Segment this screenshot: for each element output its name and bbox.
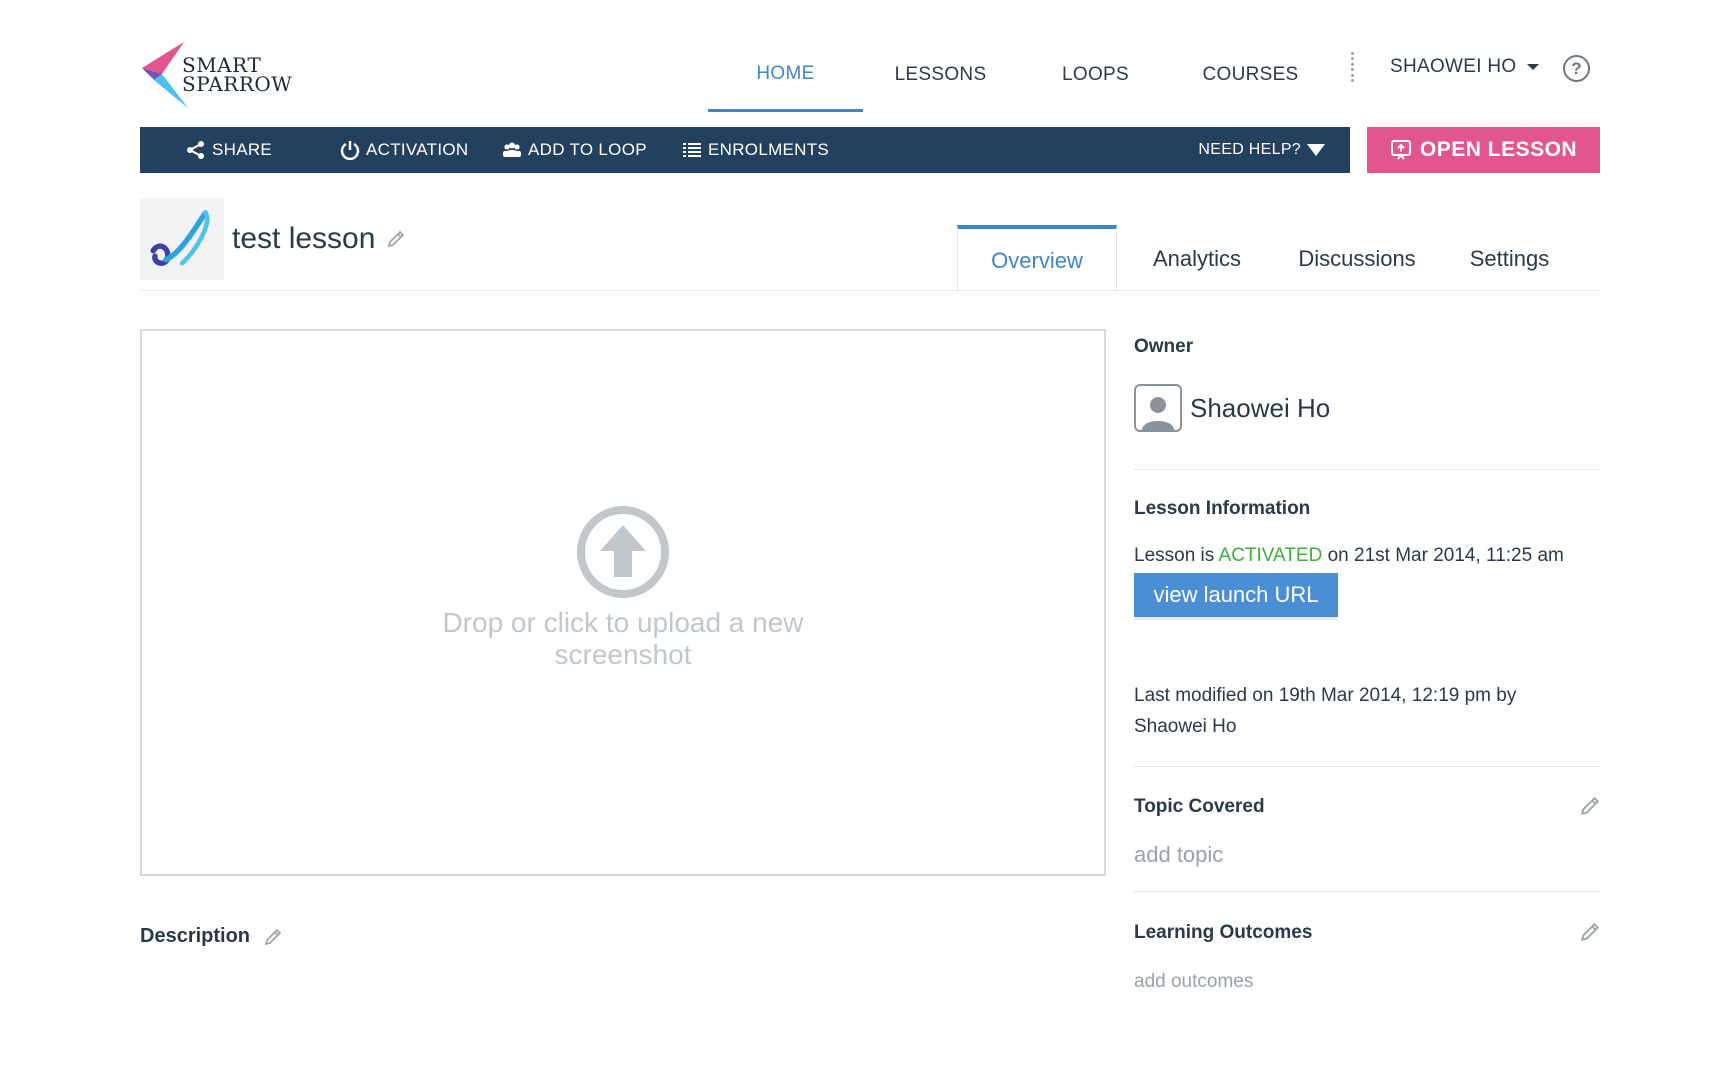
last-modified-by: Shaowei Ho — [1134, 716, 1237, 737]
user-menu[interactable]: SHAOWEI HO — [1390, 56, 1539, 78]
nav-divider — [1349, 52, 1355, 82]
nav-lessons[interactable]: LESSONS — [863, 38, 1018, 112]
add-topic-link[interactable]: add topic — [1134, 842, 1600, 868]
pencil-icon[interactable] — [387, 230, 405, 248]
lesson-tabs: Overview Analytics Discussions Settings — [957, 225, 1582, 292]
lesson-thumbnail — [140, 198, 224, 280]
lesson-swoosh-icon — [150, 210, 210, 266]
share-label: SHARE — [212, 140, 273, 159]
avatar — [1134, 384, 1182, 432]
need-help-dropdown[interactable]: NEED HELP? — [1198, 127, 1325, 173]
nav-courses[interactable]: COURSES — [1173, 38, 1328, 112]
last-modified-text: Last modified on 19th Mar 2014, 12:19 pm… — [1134, 685, 1517, 706]
tab-overview[interactable]: Overview — [957, 225, 1117, 292]
last-modified: Last modified on 19th Mar 2014, 12:19 pm… — [1134, 680, 1600, 742]
brand-wordmark: SMART SPARROW — [182, 55, 293, 96]
upload-instructions: Drop or click to upload a new screenshot — [442, 606, 804, 670]
nav-home[interactable]: HOME — [708, 38, 863, 112]
status-date: on 21st Mar 2014, 11:25 am — [1327, 545, 1564, 566]
top-nav: HOME LESSONS LOOPS COURSES — [708, 38, 1328, 112]
user-silhouette-icon — [1142, 397, 1174, 430]
lesson-title: test lesson — [232, 222, 405, 256]
tab-settings[interactable]: Settings — [1437, 225, 1582, 292]
user-name: SHAOWEI HO — [1390, 56, 1517, 77]
learning-outcomes-label: Learning Outcomes — [1134, 922, 1313, 943]
nav-loops[interactable]: LOOPS — [1018, 38, 1173, 112]
lesson-title-text: test lesson — [232, 222, 376, 255]
brand-line-2: SPARROW — [182, 72, 293, 96]
group-icon — [503, 142, 521, 157]
owner-row: Shaowei Ho — [1134, 384, 1330, 432]
tab-discussions[interactable]: Discussions — [1277, 225, 1437, 292]
description-label: Description — [140, 925, 251, 947]
chevron-down-icon — [1526, 64, 1539, 70]
share-button[interactable]: SHARE — [186, 127, 272, 173]
status-badge: ACTIVATED — [1218, 545, 1323, 566]
divider — [1134, 891, 1600, 892]
share-icon — [187, 141, 204, 159]
open-lesson-button[interactable]: OPEN LESSON — [1367, 127, 1600, 173]
list-icon — [683, 143, 701, 157]
topic-covered-label: Topic Covered — [1134, 796, 1265, 817]
open-lesson-label: OPEN LESSON — [1419, 138, 1578, 161]
pencil-icon[interactable] — [1580, 796, 1600, 816]
activation-status: Lesson is ACTIVATED on 21st Mar 2014, 11… — [1134, 540, 1600, 571]
open-external-icon — [1390, 140, 1411, 160]
need-help-label: NEED HELP? — [1198, 141, 1301, 158]
question-circle-icon[interactable]: ? — [1563, 55, 1590, 82]
brand-logo[interactable]: SMART SPARROW — [140, 40, 300, 110]
add-outcomes-link[interactable]: add outcomes — [1134, 971, 1600, 993]
view-launch-url-button[interactable]: view launch URL — [1134, 573, 1338, 617]
power-icon — [340, 141, 360, 160]
status-prefix: Lesson is — [1134, 545, 1215, 566]
activation-label: ACTIVATION — [366, 140, 469, 159]
upload-arrow-icon — [577, 505, 669, 598]
divider — [1134, 469, 1600, 470]
enrolments-button[interactable]: ENROLMENTS — [682, 127, 829, 173]
enrolments-label: ENROLMENTS — [708, 140, 830, 159]
owner-label: Owner — [1134, 336, 1194, 357]
tab-analytics[interactable]: Analytics — [1117, 225, 1277, 292]
activation-button[interactable]: ACTIVATION — [340, 127, 469, 173]
pencil-icon[interactable] — [1580, 922, 1600, 942]
lesson-action-bar: SHARE ACTIVATION ADD TO LOOP ENROLMENTS … — [140, 127, 1350, 173]
lesson-info-label: Lesson Information — [1134, 498, 1311, 519]
description-section: Description — [140, 925, 282, 948]
screenshot-upload-dropzone[interactable]: Drop or click to upload a new screenshot — [140, 329, 1106, 876]
header-divider — [140, 290, 1600, 291]
add-to-loop-button[interactable]: ADD TO LOOP — [502, 127, 647, 173]
pencil-icon[interactable] — [264, 928, 282, 946]
divider — [1134, 766, 1600, 767]
owner-name[interactable]: Shaowei Ho — [1190, 393, 1330, 424]
triangle-down-icon — [1307, 144, 1325, 156]
add-to-loop-label: ADD TO LOOP — [528, 140, 647, 159]
